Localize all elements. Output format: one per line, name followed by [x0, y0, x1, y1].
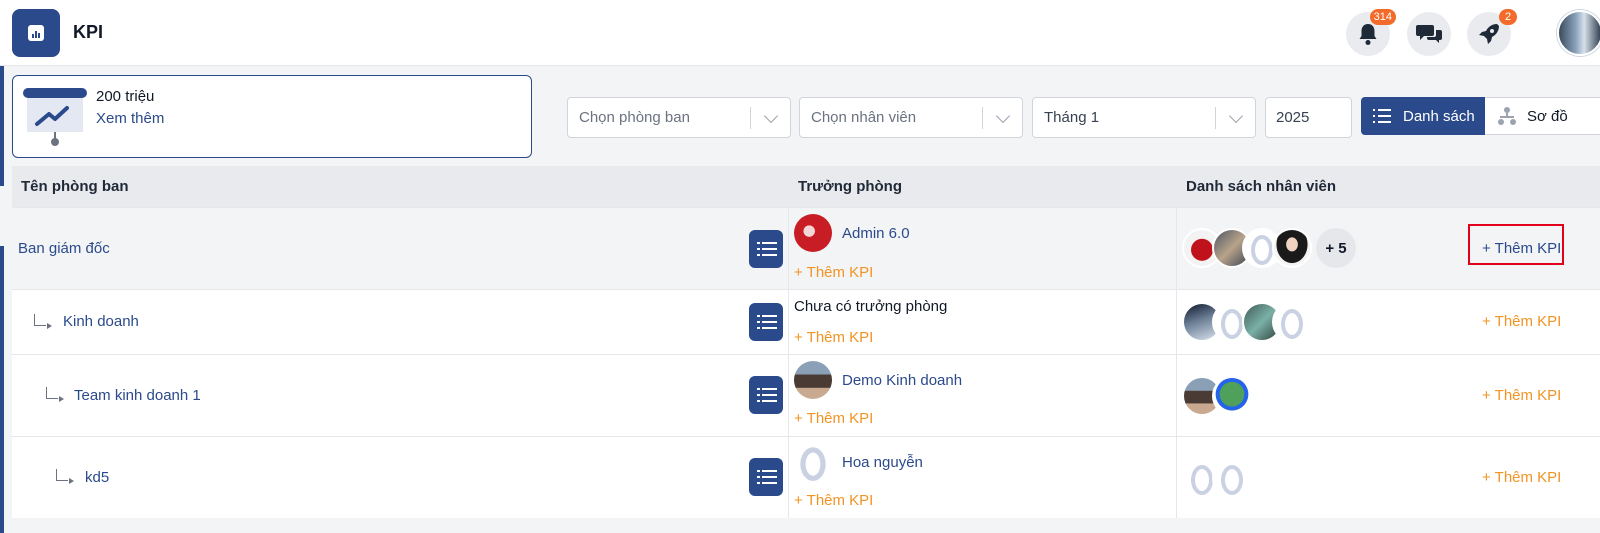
table-header: Tên phòng ban Trưởng phòng Danh sách nhâ… — [12, 166, 1600, 207]
manager-avatar — [794, 361, 832, 399]
department-name[interactable]: kd5 — [85, 469, 109, 486]
manager-avatar-placeholder — [794, 443, 832, 481]
add-department-kpi-link[interactable]: + Thêm KPI — [1482, 387, 1561, 404]
manager-avatar — [794, 214, 832, 252]
table-row: kd5 Hoa nguyễn + Thêm KPI + Thêm KPI — [12, 436, 1600, 518]
employee-select[interactable]: Chọn nhân viên — [799, 97, 1023, 138]
kpi-summary-card: 200 triệu Xem thêm — [12, 75, 532, 158]
chevron-down-icon — [995, 108, 1011, 124]
add-department-kpi-link[interactable]: + Thêm KPI — [1482, 313, 1561, 330]
department-select[interactable]: Chọn phòng ban — [567, 97, 791, 138]
table-row: Ban giám đốc Admin 6.0 + Thêm KPI + 5 + … — [12, 207, 1600, 289]
column-header-department: Tên phòng ban — [21, 178, 129, 195]
chevron-down-icon — [1228, 108, 1244, 124]
department-name[interactable]: Ban giám đốc — [18, 240, 110, 257]
rocket-button[interactable]: 2 — [1467, 9, 1517, 56]
rocket-count-badge: 2 — [1499, 9, 1517, 25]
view-tree-label: Sơ đồ — [1527, 107, 1568, 125]
department-kpi-table: Tên phòng ban Trưởng phòng Danh sách nhâ… — [12, 166, 1600, 518]
notification-count-badge: 314 — [1369, 9, 1396, 25]
select-separator — [1215, 107, 1216, 129]
column-header-employees: Danh sách nhân viên — [1186, 178, 1337, 195]
table-row: Kinh doanh Chưa có trưởng phòng + Thêm K… — [12, 289, 1600, 354]
department-select-placeholder: Chọn phòng ban — [579, 109, 690, 126]
department-menu-button[interactable] — [749, 458, 783, 496]
employee-avatar — [1272, 228, 1312, 268]
add-manager-kpi-link[interactable]: + Thêm KPI — [794, 410, 873, 427]
bell-icon — [1359, 24, 1377, 45]
month-select[interactable]: Tháng 1 — [1032, 97, 1256, 138]
list-icon — [1373, 109, 1391, 123]
kpi-app-icon[interactable] — [12, 9, 60, 57]
select-separator — [750, 107, 751, 129]
view-list-button[interactable]: Danh sách — [1361, 97, 1485, 135]
kpi-total-value: 200 triệu — [96, 88, 155, 105]
presentation-chart-icon — [23, 88, 87, 146]
notification-bell-button[interactable]: 314 — [1346, 9, 1396, 56]
add-manager-kpi-link[interactable]: + Thêm KPI — [794, 264, 873, 281]
select-separator — [982, 107, 983, 129]
department-menu-button[interactable] — [749, 376, 783, 414]
page-title: KPI — [73, 22, 104, 42]
child-arrow-icon — [34, 314, 52, 329]
month-select-value: Tháng 1 — [1044, 109, 1100, 126]
employee-select-placeholder: Chọn nhân viên — [811, 109, 917, 126]
year-input[interactable]: 2025 — [1265, 97, 1352, 138]
add-department-kpi-link[interactable]: + Thêm KPI — [1482, 469, 1561, 486]
org-chart-icon — [1498, 107, 1516, 125]
chat-button[interactable] — [1407, 12, 1451, 56]
no-manager-text: Chưa có trưởng phòng — [794, 298, 948, 315]
child-arrow-icon — [46, 387, 64, 402]
child-arrow-icon — [56, 469, 74, 484]
rocket-icon — [1479, 24, 1499, 44]
department-menu-button[interactable] — [749, 303, 783, 341]
more-employees-count[interactable]: + 5 — [1316, 228, 1356, 268]
add-manager-kpi-link[interactable]: + Thêm KPI — [794, 492, 873, 509]
department-name[interactable]: Team kinh doanh 1 — [74, 387, 201, 404]
manager-name[interactable]: Hoa nguyễn — [842, 454, 923, 471]
chevron-down-icon — [763, 108, 779, 124]
column-header-manager: Trưởng phòng — [798, 178, 903, 195]
see-more-link[interactable]: Xem thêm — [96, 110, 164, 127]
view-list-label: Danh sách — [1403, 107, 1475, 125]
manager-name[interactable]: Demo Kinh doanh — [842, 372, 962, 389]
manager-name[interactable]: Admin 6.0 — [842, 225, 910, 242]
department-name[interactable]: Kinh doanh — [63, 313, 139, 330]
department-menu-button[interactable] — [749, 230, 783, 268]
employee-avatar-placeholder — [1272, 302, 1312, 342]
employee-avatar-placeholder — [1212, 458, 1252, 498]
employee-avatar — [1212, 376, 1252, 416]
view-tree-button[interactable]: Sơ đồ — [1485, 97, 1600, 135]
add-manager-kpi-link[interactable]: + Thêm KPI — [794, 329, 873, 346]
left-edge-bar — [0, 0, 4, 533]
highlight-box — [1468, 224, 1564, 265]
user-avatar[interactable] — [1557, 10, 1600, 56]
table-row: Team kinh doanh 1 Demo Kinh doanh + Thêm… — [12, 354, 1600, 436]
top-header: KPI 314 2 — [0, 0, 1600, 66]
chat-icon — [1416, 25, 1442, 43]
